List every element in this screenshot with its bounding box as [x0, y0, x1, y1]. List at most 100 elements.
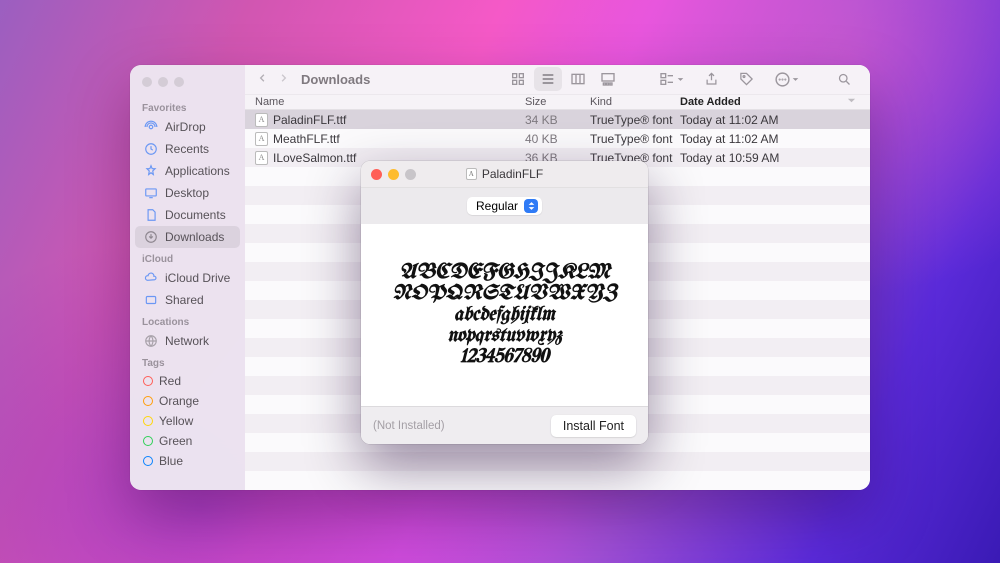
- file-size: 34 KB: [525, 113, 590, 127]
- preview-footer: (Not Installed) Install Font: [361, 406, 648, 444]
- font-preview-window: A PaladinFLF Regular ABCDEFGHIJKLM NOPQR…: [361, 161, 648, 444]
- sidebar-item-applications[interactable]: Applications: [135, 160, 240, 182]
- tag-button[interactable]: [733, 67, 760, 91]
- minimize-icon[interactable]: [158, 77, 168, 87]
- sidebar-section-locations: Locations: [130, 311, 245, 330]
- file-kind: TrueType® font: [590, 132, 680, 146]
- table-row[interactable]: A PaladinFLF.ttf 34 KB TrueType® font Tod…: [245, 110, 870, 129]
- dropdown-label: Regular: [476, 199, 518, 213]
- file-kind: TrueType® font: [590, 113, 680, 127]
- install-status: (Not Installed): [373, 420, 445, 432]
- shared-icon: [143, 292, 159, 308]
- tag-dot-icon: [143, 376, 153, 386]
- sidebar-item-label: Orange: [159, 394, 199, 408]
- column-headers[interactable]: Name Size Kind Date Added: [245, 95, 870, 110]
- sidebar-item-airdrop[interactable]: AirDrop: [135, 116, 240, 138]
- action-button[interactable]: [768, 67, 805, 92]
- sidebar-item-network[interactable]: Network: [135, 330, 240, 352]
- sidebar-item-shared[interactable]: Shared: [135, 289, 240, 311]
- airdrop-icon: [143, 119, 159, 135]
- preview-titlebar[interactable]: A PaladinFLF: [361, 161, 648, 188]
- tag-dot-icon: [143, 436, 153, 446]
- sidebar-tag-red[interactable]: Red: [135, 371, 240, 391]
- grouping-button[interactable]: [652, 67, 690, 91]
- sample-lower-2: nopqrstuvwxyz: [447, 326, 562, 347]
- sidebar-item-label: Recents: [165, 142, 209, 156]
- install-font-button[interactable]: Install Font: [551, 415, 636, 437]
- sidebar-item-icloud-drive[interactable]: iCloud Drive: [135, 267, 240, 289]
- col-name[interactable]: Name: [245, 96, 525, 108]
- view-list-button[interactable]: [534, 67, 562, 91]
- font-file-icon: A: [255, 132, 268, 146]
- sidebar-tag-orange[interactable]: Orange: [135, 391, 240, 411]
- tag-dot-icon: [143, 396, 153, 406]
- page-title: Downloads: [301, 72, 370, 87]
- preview-traffic-lights[interactable]: [371, 169, 416, 180]
- font-file-icon: A: [466, 168, 477, 180]
- view-icons-button[interactable]: [504, 67, 532, 91]
- sidebar-tag-blue[interactable]: Blue: [135, 451, 240, 471]
- sidebar-tag-yellow[interactable]: Yellow: [135, 411, 240, 431]
- sidebar-item-label: Applications: [165, 164, 230, 178]
- sidebar-item-label: Yellow: [159, 414, 193, 428]
- documents-icon: [143, 207, 159, 223]
- close-icon[interactable]: [371, 169, 382, 180]
- sidebar-item-label: Red: [159, 374, 181, 388]
- chevron-down-icon: [847, 96, 856, 108]
- sidebar-item-label: Downloads: [165, 230, 224, 244]
- sample-lower-1: abcdefghijklm: [454, 305, 555, 326]
- col-date[interactable]: Date Added: [680, 96, 870, 108]
- fullscreen-icon[interactable]: [174, 77, 184, 87]
- forward-button[interactable]: [278, 71, 289, 88]
- sidebar-tag-green[interactable]: Green: [135, 431, 240, 451]
- sidebar-item-desktop[interactable]: Desktop: [135, 182, 240, 204]
- desktop-icon: [143, 185, 159, 201]
- file-date: Today at 10:59 AM: [680, 151, 870, 165]
- sidebar: Favorites AirDrop Recents Applications D…: [130, 65, 245, 490]
- col-kind[interactable]: Kind: [590, 96, 680, 108]
- sidebar-item-recents[interactable]: Recents: [135, 138, 240, 160]
- sidebar-item-label: Shared: [165, 293, 204, 307]
- fullscreen-icon[interactable]: [405, 169, 416, 180]
- col-size[interactable]: Size: [525, 96, 590, 108]
- style-selector-row: Regular: [361, 188, 648, 224]
- sidebar-item-label: iCloud Drive: [165, 271, 230, 285]
- network-icon: [143, 333, 159, 349]
- minimize-icon[interactable]: [388, 169, 399, 180]
- sample-numbers: 1234567890: [460, 347, 549, 368]
- sidebar-item-label: Desktop: [165, 186, 209, 200]
- font-file-icon: A: [255, 151, 268, 165]
- recents-icon: [143, 141, 159, 157]
- file-name: ILoveSalmon.ttf: [273, 151, 356, 165]
- share-button[interactable]: [698, 67, 725, 91]
- font-file-icon: A: [255, 113, 268, 127]
- font-sample-area: ABCDEFGHIJKLM NOPQRSTUVWXYZ abcdefghijkl…: [361, 224, 648, 406]
- sidebar-item-downloads[interactable]: Downloads: [135, 226, 240, 248]
- sidebar-item-label: Blue: [159, 454, 183, 468]
- tag-dot-icon: [143, 416, 153, 426]
- tag-dot-icon: [143, 456, 153, 466]
- sidebar-item-label: AirDrop: [165, 120, 206, 134]
- file-date: Today at 11:02 AM: [680, 113, 870, 127]
- file-name: PaladinFLF.ttf: [273, 113, 346, 127]
- sidebar-section-favorites: Favorites: [130, 97, 245, 116]
- sample-upper-2: NOPQRSTUVWXYZ: [392, 284, 616, 305]
- downloads-icon: [143, 229, 159, 245]
- view-gallery-button[interactable]: [594, 67, 622, 91]
- sidebar-item-documents[interactable]: Documents: [135, 204, 240, 226]
- finder-traffic-lights[interactable]: [130, 73, 245, 97]
- toolbar: Downloads: [245, 65, 870, 95]
- sidebar-item-label: Network: [165, 334, 209, 348]
- close-icon[interactable]: [142, 77, 152, 87]
- view-columns-button[interactable]: [564, 67, 592, 91]
- nav-buttons: [257, 71, 289, 88]
- icloud-icon: [143, 270, 159, 286]
- search-button[interactable]: [831, 68, 858, 91]
- back-button[interactable]: [257, 71, 268, 88]
- font-style-dropdown[interactable]: Regular: [467, 197, 542, 215]
- table-row[interactable]: AMeathFLF.ttf 40 KB TrueType® font Today…: [245, 129, 870, 148]
- sidebar-item-label: Documents: [165, 208, 226, 222]
- file-name: MeathFLF.ttf: [273, 132, 340, 146]
- sidebar-section-tags: Tags: [130, 352, 245, 371]
- file-size: 40 KB: [525, 132, 590, 146]
